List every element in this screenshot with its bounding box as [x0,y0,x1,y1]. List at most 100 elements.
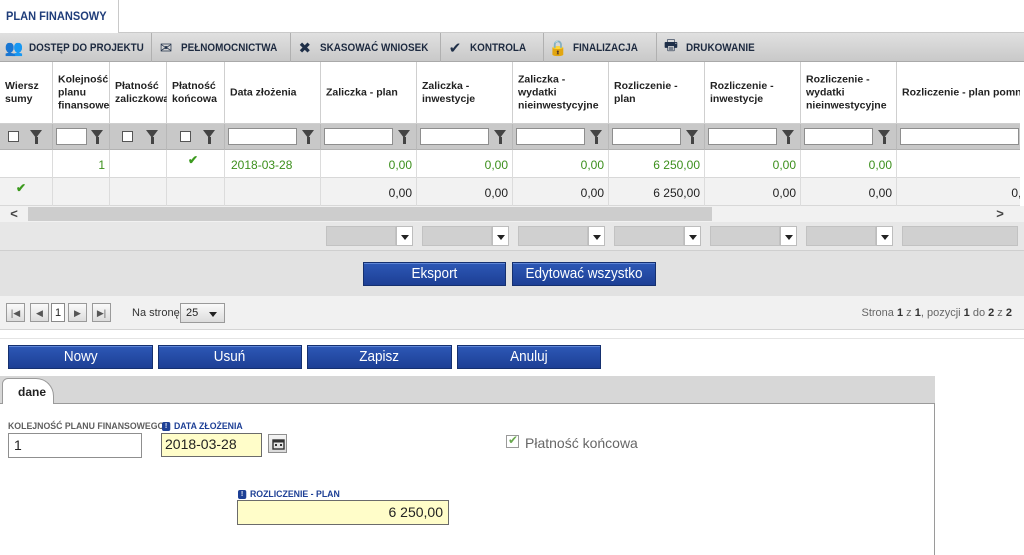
column-header-kolejnosc[interactable]: Kolejność planu finansowego [53,62,122,124]
table-row[interactable]: 1 ✔ 2018-03-28 0,00 0,00 0,00 6 250,00 0… [0,150,1020,178]
tab-plan-finansowy[interactable]: PLAN FINANSOWY [0,0,119,34]
filter-input[interactable] [900,128,1019,145]
column-header-rozliczenie-plan[interactable]: Rozliczenie - plan [609,62,705,124]
cell-rozliczenie-inwestycje: 0,00 [705,178,801,206]
aggregate-select[interactable] [902,226,1018,246]
filter-funnel-icon[interactable] [203,130,215,144]
filter-input[interactable] [708,128,777,145]
checkmark-icon: ✔ [508,433,519,447]
filter-input[interactable] [228,128,297,145]
calendar-icon[interactable] [268,434,287,453]
column-header-label: Zaliczka - wydatki nieinwestycyjne [518,73,599,111]
delete-button-label: Usuń [214,348,246,365]
rozliczenie-plan-field[interactable]: 6 250,00 [237,500,449,525]
chevron-down-icon[interactable] [396,226,413,246]
aggregate-select[interactable] [614,226,684,246]
export-button[interactable]: Eksport [363,262,506,286]
filter-funnel-icon[interactable] [686,130,698,144]
filter-cell [321,124,417,150]
print-button[interactable]: 🖶 DRUKOWANIE [657,33,772,62]
scroll-left-icon[interactable]: < [6,206,22,222]
column-header-label: Wiersz sumy [5,79,39,105]
last-page-icon[interactable]: ▶| [92,303,111,322]
current-page-field[interactable]: 1 [51,303,65,322]
control-button[interactable]: ✔ KONTROLA [441,33,544,62]
chevron-down-icon[interactable] [780,226,797,246]
cell-text: 0,0 [1011,186,1020,200]
finalization-button[interactable]: 🔒 FINALIZACJA [544,33,657,62]
lock-icon: 🔒 [548,39,568,57]
edit-all-button[interactable]: Edytować wszystko [512,262,656,286]
filter-funnel-icon[interactable] [146,130,158,144]
filter-input[interactable] [324,128,393,145]
filter-funnel-icon[interactable] [878,130,890,144]
scroll-right-icon[interactable]: > [992,206,1008,222]
tab-plan-finansowy-label: PLAN FINANSOWY [6,9,107,23]
column-header-label: Rozliczenie - wydatki nieinwestycyjne [806,73,887,111]
chevron-down-icon[interactable] [588,226,605,246]
cell-text: 0,00 [580,186,604,200]
rozliczenie-label: ! ROZLICZENIE - PLAN [238,489,340,500]
aggregate-select[interactable] [806,226,876,246]
column-header-platnosc-koncowa[interactable]: Płatność końcowa [167,62,225,124]
column-header-wiersz-sumy[interactable]: Wiersz sumy [0,62,53,124]
column-header-platnosc-zaliczkowa[interactable]: Płatność zaliczkowa [110,62,169,124]
column-header-zaliczka-inwestycje[interactable]: Zaliczka - inwestycje [417,62,513,124]
filter-input[interactable] [516,128,585,145]
filter-cell [0,124,53,150]
chevron-down-icon[interactable] [876,226,893,246]
tab-dane[interactable]: dane [2,378,54,405]
filter-checkbox[interactable] [8,131,19,142]
horizontal-scrollbar[interactable]: < > [0,206,1024,222]
filter-input[interactable] [612,128,681,145]
pager-info-text: do [969,307,989,319]
chevron-down-icon[interactable] [684,226,701,246]
powers-of-attorney-button[interactable]: ✉ PEŁNOMOCNICTWA [152,33,291,62]
filter-funnel-icon[interactable] [494,130,506,144]
cancel-button[interactable]: Anuluj [457,345,601,369]
next-page-icon[interactable]: ▶ [68,303,87,322]
new-button[interactable]: Nowy [8,345,153,369]
scrollbar-thumb[interactable] [28,207,712,221]
aggregate-select[interactable] [422,226,492,246]
filter-funnel-icon[interactable] [398,130,410,144]
filter-funnel-icon[interactable] [91,130,103,144]
column-header-label: Płatność końcowa [172,79,217,105]
delete-application-button[interactable]: ✖ SKASOWAĆ WNIOSEK [291,33,441,62]
filter-input[interactable] [804,128,873,145]
aggregate-select[interactable] [326,226,396,246]
aggregate-select[interactable] [710,226,780,246]
table-row-sum[interactable]: ✔ 0,00 0,00 0,00 6 250,00 0,00 0,00 0,0 [0,178,1020,206]
filter-checkbox[interactable] [122,131,133,142]
filter-checkbox[interactable] [180,131,191,142]
column-header-rozliczenie-inwestycje[interactable]: Rozliczenie - inwestycje [705,62,801,124]
kolejnosc-field[interactable]: 1 [8,433,142,458]
filter-input[interactable] [420,128,489,145]
aggregate-select[interactable] [518,226,588,246]
first-page-icon[interactable]: |◀ [6,303,25,322]
cell-text: 0,00 [868,186,892,200]
column-header-data-zlozenia[interactable]: Data złożenia [225,62,321,124]
filter-input[interactable] [56,128,87,145]
chevron-down-icon[interactable] [492,226,509,246]
cancel-button-label: Anuluj [510,348,548,365]
data-zlozenia-field[interactable]: 2018-03-28 [161,433,262,457]
save-button[interactable]: Zapisz [307,345,452,369]
prev-page-icon[interactable]: ◀ [30,303,49,322]
platnosc-koncowa-checkbox[interactable]: ✔ [506,433,519,448]
filter-funnel-icon[interactable] [590,130,602,144]
pager-info: Strona 1 z 1, pozycji 1 do 2 z 2 [862,307,1013,319]
column-header-zaliczka-plan[interactable]: Zaliczka - plan [321,62,417,124]
filter-funnel-icon[interactable] [302,130,314,144]
filter-funnel-icon[interactable] [782,130,794,144]
column-header-rozliczenie-pomniejszony[interactable]: Rozliczenie - plan pomniejszony o przych… [897,62,1020,124]
filter-funnel-icon[interactable] [30,130,42,144]
column-header-label: Data złożenia [230,86,297,98]
delete-application-label: SKASOWAĆ WNIOSEK [319,41,428,54]
column-header-zaliczka-wydatki[interactable]: Zaliczka - wydatki nieinwestycyjne [513,62,609,124]
column-header-rozliczenie-wydatki[interactable]: Rozliczenie - wydatki nieinwestycyjne [801,62,897,124]
per-page-select[interactable]: 25 [180,303,225,323]
delete-button[interactable]: Usuń [158,345,302,369]
access-project-button[interactable]: 👥 DOSTĘP DO PROJEKTU [0,33,152,62]
column-header-label: Zaliczka - plan [326,86,398,98]
